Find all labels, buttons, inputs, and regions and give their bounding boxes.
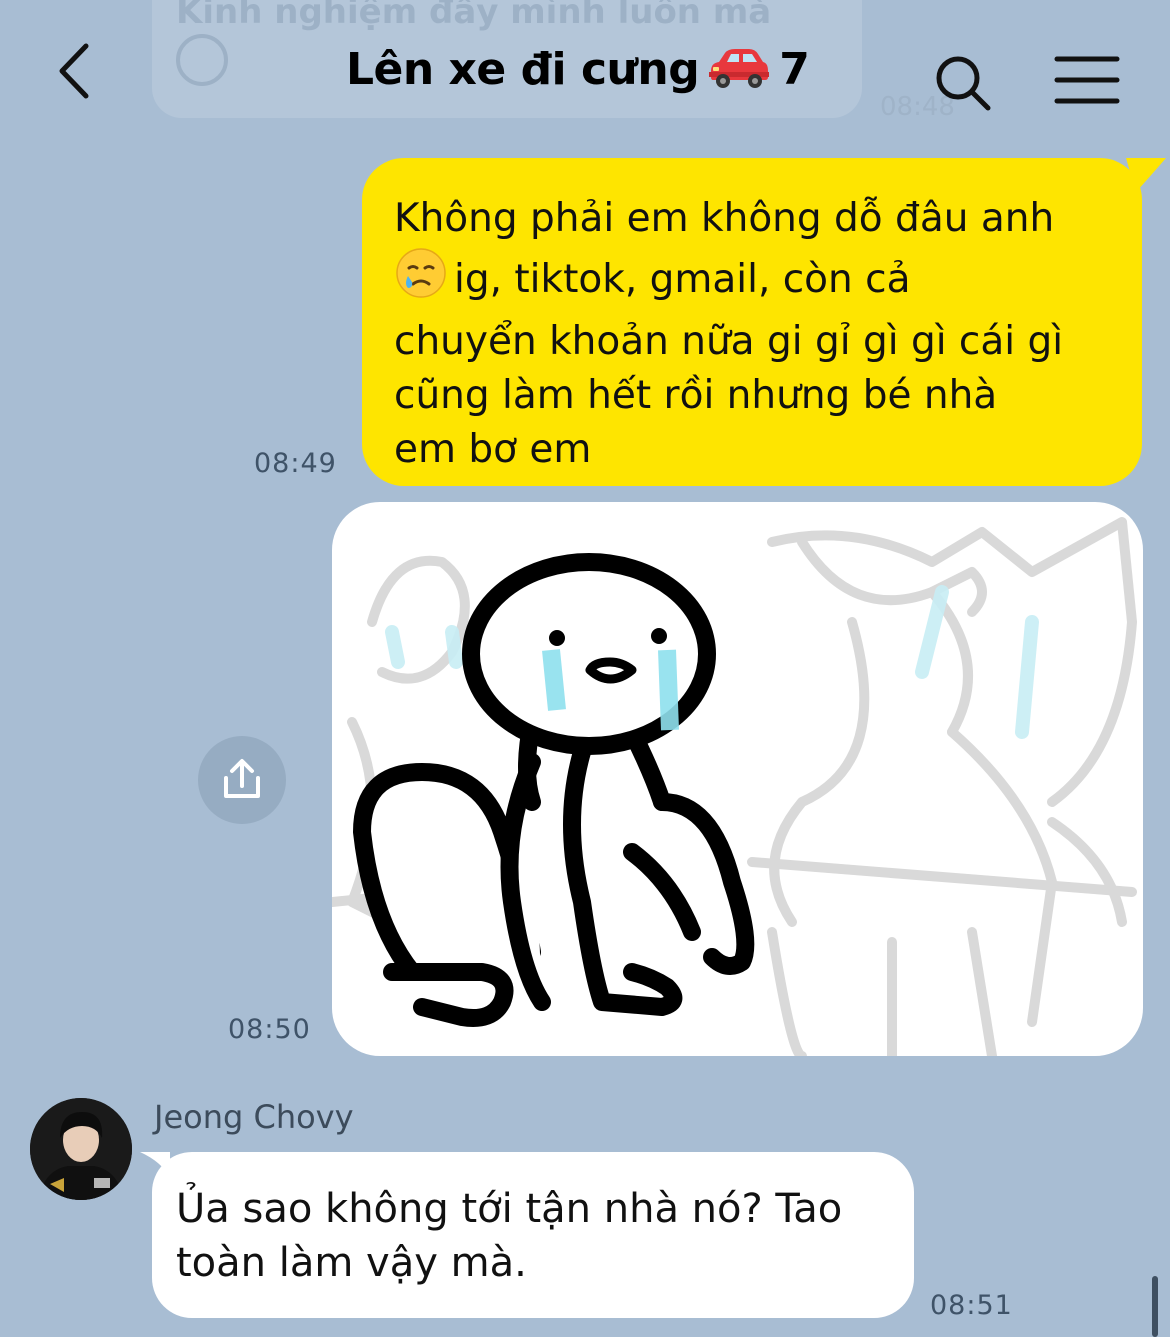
message-time: 08:49: [254, 448, 337, 479]
bubble-tail: [1126, 158, 1166, 192]
message-line: toàn làm vậy mà.: [176, 1240, 527, 1286]
hamburger-menu-icon: [1054, 56, 1120, 104]
search-button[interactable]: [932, 52, 996, 116]
message-line: Ủa sao không tới tận nhà nó? Tao: [176, 1186, 843, 1232]
chat-title-text: Lên xe đi cưng: [346, 44, 700, 95]
chat-header: Lên xe đi cưng 7: [0, 0, 1170, 150]
sender-name: Jeong Chovy: [154, 1098, 354, 1136]
menu-button[interactable]: [1054, 54, 1120, 106]
message-line: Không phải em không dỗ đâu anh: [394, 196, 1055, 241]
avatar[interactable]: [30, 1098, 132, 1200]
crying-face-emoji-icon: [394, 246, 448, 315]
share-button[interactable]: [198, 736, 286, 824]
scrollbar[interactable]: [1152, 1276, 1158, 1337]
sticker-message[interactable]: [332, 502, 1143, 1056]
sticker-time: 08:50: [228, 1014, 311, 1045]
profile-photo: [30, 1098, 132, 1200]
message-line: cũng làm hết rồi nhưng bé nhà: [394, 373, 998, 418]
chevron-left-icon: [59, 43, 89, 99]
share-icon: [224, 759, 260, 798]
crying-stick-figure-sticker: [332, 517, 1137, 1056]
red-car-emoji-icon: [705, 45, 771, 100]
their-message-bubble[interactable]: Ủa sao không tới tận nhà nó? Tao toàn là…: [140, 1152, 914, 1318]
member-count: 7: [779, 44, 810, 95]
message-line: em bơ em: [394, 427, 592, 472]
search-icon: [936, 56, 991, 111]
back-button[interactable]: [50, 36, 110, 106]
message-line-with-emoji: ig, tiktok, gmail, còn cả: [394, 246, 1112, 315]
my-message-bubble[interactable]: Không phải em không dỗ đâu anh ig, tikto…: [362, 158, 1166, 486]
bubble-tail: [140, 1152, 170, 1178]
message-time: 08:51: [930, 1290, 1013, 1321]
message-line: chuyển khoản nữa gi gỉ gì gì cái gì: [394, 319, 1064, 364]
message-line-text: ig, tiktok, gmail, còn cả: [454, 257, 911, 302]
chat-title[interactable]: Lên xe đi cưng 7: [346, 44, 810, 100]
